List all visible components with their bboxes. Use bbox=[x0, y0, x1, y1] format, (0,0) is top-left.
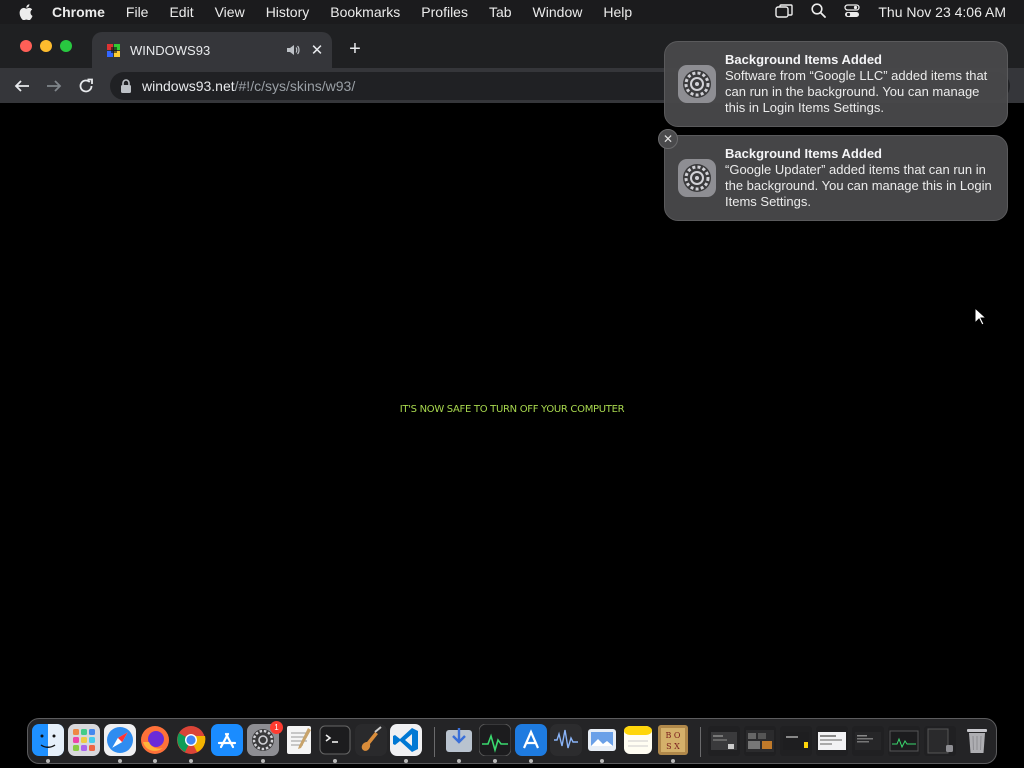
menu-bookmarks[interactable]: Bookmarks bbox=[330, 4, 400, 20]
notification-body: Software from “Google LLC” added items t… bbox=[725, 68, 988, 115]
menu-file[interactable]: File bbox=[126, 4, 149, 20]
system-settings-icon[interactable]: 1 bbox=[247, 721, 283, 756]
running-indicator bbox=[333, 759, 337, 763]
notification-background-items-google-llc[interactable]: Background Items Added Software from “Go… bbox=[664, 41, 1008, 127]
running-indicator bbox=[529, 759, 533, 763]
system-settings-gear-icon bbox=[677, 158, 717, 198]
tab-title: WINDOWS93 bbox=[130, 42, 211, 58]
apple-icon[interactable] bbox=[18, 4, 34, 20]
minimized-window-thumbnail[interactable] bbox=[816, 726, 848, 756]
minimized-window-thumbnail[interactable] bbox=[708, 726, 740, 756]
url-path: /#!/c/sys/skins/w93/ bbox=[234, 78, 356, 94]
tab-audio-playing-icon[interactable] bbox=[286, 43, 300, 57]
new-tab-plus-icon[interactable]: + bbox=[344, 38, 366, 60]
svg-text:S X: S X bbox=[666, 742, 680, 751]
downloads-icon[interactable] bbox=[443, 724, 475, 756]
reload-icon[interactable] bbox=[75, 75, 97, 97]
back-arrow-icon[interactable] bbox=[11, 75, 33, 97]
menu-edit[interactable]: Edit bbox=[169, 4, 193, 20]
minimized-window-thumbnail[interactable] bbox=[780, 726, 812, 756]
notification-title: Background Items Added bbox=[725, 52, 882, 67]
forward-arrow-icon[interactable] bbox=[43, 75, 65, 97]
svg-text:B O: B O bbox=[666, 731, 681, 740]
running-indicator bbox=[153, 759, 157, 763]
menu-bar-clock[interactable]: Thu Nov 23 4:06 AM bbox=[878, 4, 1006, 20]
minimized-window-thumbnail[interactable] bbox=[888, 726, 920, 756]
running-indicator bbox=[457, 759, 461, 763]
lock-icon[interactable] bbox=[120, 79, 132, 93]
running-indicator bbox=[671, 759, 675, 763]
launchpad-icon[interactable] bbox=[68, 724, 100, 756]
running-indicator bbox=[189, 759, 193, 763]
browser-tab-active[interactable]: WINDOWS93 ✕ bbox=[92, 32, 332, 68]
running-indicator bbox=[493, 759, 497, 763]
menu-history[interactable]: History bbox=[266, 4, 310, 20]
spotlight-search-icon[interactable] bbox=[811, 3, 827, 21]
window-minimize-button[interactable] bbox=[40, 40, 52, 52]
notification-body: “Google Updater” added items that can ru… bbox=[725, 162, 992, 209]
dock-separator bbox=[700, 727, 701, 757]
dosbox-icon[interactable]: B O S X bbox=[657, 724, 689, 756]
menu-view[interactable]: View bbox=[215, 4, 245, 20]
notification-close-icon[interactable]: ✕ bbox=[658, 129, 678, 149]
minimized-window-thumbnail[interactable] bbox=[924, 726, 956, 756]
menu-app-name[interactable]: Chrome bbox=[52, 4, 105, 20]
tab-close-icon[interactable]: ✕ bbox=[310, 42, 324, 59]
minimized-window-thumbnail[interactable] bbox=[852, 726, 884, 756]
control-center-icon[interactable] bbox=[844, 3, 861, 21]
firefox-icon[interactable] bbox=[139, 724, 171, 756]
dock: 1 B O S X bbox=[27, 718, 997, 764]
minimized-window-thumbnail[interactable] bbox=[744, 726, 776, 756]
dock-separator bbox=[434, 727, 435, 757]
notification-title: Background Items Added bbox=[725, 146, 882, 161]
running-indicator bbox=[600, 759, 604, 763]
running-indicator bbox=[404, 759, 408, 763]
chrome-icon[interactable] bbox=[175, 724, 207, 756]
window-fullscreen-button[interactable] bbox=[60, 40, 72, 52]
activity-monitor-icon[interactable] bbox=[478, 723, 512, 757]
preview-icon[interactable] bbox=[586, 724, 618, 756]
system-settings-gear-icon bbox=[677, 64, 717, 104]
menu-profiles[interactable]: Profiles bbox=[421, 4, 468, 20]
vscode-icon[interactable] bbox=[390, 724, 422, 756]
running-indicator bbox=[46, 759, 50, 763]
menu-window[interactable]: Window bbox=[533, 4, 583, 20]
terminal-icon[interactable] bbox=[319, 724, 351, 756]
notification-background-items-google-updater[interactable]: Background Items Added “Google Updater” … bbox=[664, 135, 1008, 221]
windows93-favicon-icon bbox=[106, 42, 122, 58]
mouse-pointer-icon bbox=[974, 306, 988, 327]
finder-icon[interactable] bbox=[32, 724, 64, 756]
textedit-icon[interactable] bbox=[283, 724, 315, 756]
menu-help[interactable]: Help bbox=[603, 4, 632, 20]
audio-icon[interactable] bbox=[550, 724, 582, 756]
menu-bar: Chrome File Edit View History Bookmarks … bbox=[0, 0, 1024, 24]
safari-icon[interactable] bbox=[104, 724, 136, 756]
safe-to-turn-off-message: IT'S NOW SAFE TO TURN OFF YOUR COMPUTER bbox=[399, 404, 625, 415]
window-close-button[interactable] bbox=[20, 40, 32, 52]
garageband-icon[interactable] bbox=[355, 724, 387, 756]
screen-mirroring-icon[interactable] bbox=[775, 3, 794, 21]
url-host: windows93.net bbox=[142, 78, 235, 94]
running-indicator bbox=[118, 759, 122, 763]
notification-badge: 1 bbox=[270, 721, 283, 734]
notes-icon[interactable] bbox=[622, 724, 654, 756]
xcode-icon[interactable] bbox=[515, 724, 547, 756]
trash-icon[interactable] bbox=[961, 724, 993, 756]
app-store-icon[interactable] bbox=[211, 724, 243, 756]
menu-tab[interactable]: Tab bbox=[489, 4, 512, 20]
running-indicator bbox=[261, 759, 265, 763]
